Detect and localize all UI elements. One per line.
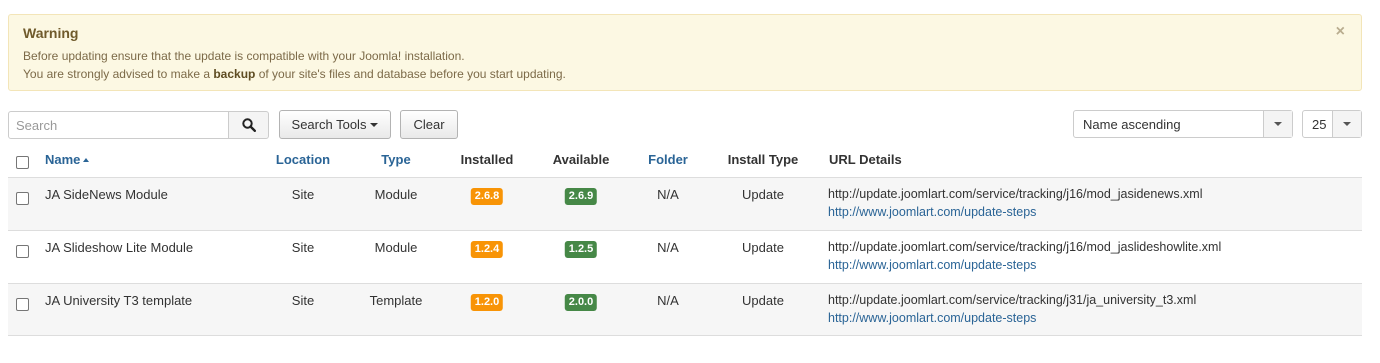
table-row: JA University T3 template Site Template … [8,283,1362,336]
alert-backup-pre: You are strongly advised to make a [23,67,214,81]
install-type: Update [742,293,784,308]
installed-version-badge: 1.2.4 [470,241,504,258]
warning-alert: Warning Before updating ensure that the … [8,14,1362,91]
extension-type: Module [374,240,418,255]
extension-location: Site [291,293,315,308]
info-url-link[interactable]: http://www.joomlart.com/update-steps [828,205,1036,219]
alert-heading: Warning [23,25,79,41]
sort-ascending-icon [83,158,90,162]
close-icon[interactable]: × [1336,23,1345,41]
update-url: http://update.joomlart.com/service/track… [828,293,1197,307]
alert-backup-post: of your site's files and database before… [255,67,566,81]
info-url-link[interactable]: http://www.joomlart.com/update-steps [828,311,1036,325]
select-all-checkbox[interactable] [16,156,29,169]
clear-label: Clear [413,117,445,132]
extension-type: Module [374,187,418,202]
column-header-installed: Installed [460,152,514,167]
extension-folder: N/A [657,187,679,202]
search-input[interactable] [8,111,229,139]
alert-message-backup: You are strongly advised to make a backu… [23,67,566,81]
chevron-down-icon [1263,111,1292,137]
available-version-badge: 2.0.0 [564,294,598,311]
column-header-url-details: URL Details [829,152,902,167]
install-type: Update [742,240,784,255]
column-header-install-type: Install Type [727,152,799,167]
extension-location: Site [291,240,315,255]
table-row: JA SideNews Module Site Module 2.6.8 2.6… [8,177,1362,230]
available-version-badge: 1.2.5 [564,241,598,258]
column-header-name[interactable]: Name [45,152,90,167]
search-tools-label: Search Tools [291,117,367,132]
extension-name: JA University T3 template [45,293,193,308]
column-header-location[interactable]: Location [276,152,330,167]
clear-button[interactable]: Clear [400,110,458,139]
extension-name: JA Slideshow Lite Module [45,240,194,255]
row-checkbox[interactable] [16,245,29,258]
column-header-name-label: Name [45,152,81,167]
ordering-select[interactable]: Name ascending [1073,110,1293,138]
extension-name: JA SideNews Module [45,187,168,202]
list-limit-select[interactable]: 25 [1302,110,1362,138]
info-url-link[interactable]: http://www.joomlart.com/update-steps [828,258,1036,272]
alert-message-compatibility: Before updating ensure that the update i… [23,49,465,63]
row-checkbox[interactable] [16,298,29,311]
extension-location: Site [291,187,315,202]
installed-version-badge: 1.2.0 [470,294,504,311]
install-type: Update [742,187,784,202]
table-row: JA Slideshow Lite Module Site Module 1.2… [8,230,1362,283]
alert-backup-emphasis: backup [213,67,256,81]
column-header-available: Available [552,152,610,167]
search-icon [241,118,256,132]
chevron-down-icon [1332,111,1361,137]
ordering-value: Name ascending [1083,117,1181,132]
installed-version-badge: 2.6.8 [470,188,504,205]
search-tools-button[interactable]: Search Tools [279,110,391,139]
extension-folder: N/A [657,293,679,308]
update-url: http://update.joomlart.com/service/track… [828,187,1203,201]
column-header-folder[interactable]: Folder [648,152,688,167]
row-checkbox[interactable] [16,192,29,205]
column-header-type[interactable]: Type [381,152,410,167]
extension-folder: N/A [657,240,679,255]
available-version-badge: 2.6.9 [564,188,598,205]
list-limit-value: 25 [1312,117,1327,132]
caret-down-icon [370,122,379,127]
search-button[interactable] [228,111,269,139]
update-url: http://update.joomlart.com/service/track… [828,240,1222,254]
extension-type: Template [369,293,423,308]
